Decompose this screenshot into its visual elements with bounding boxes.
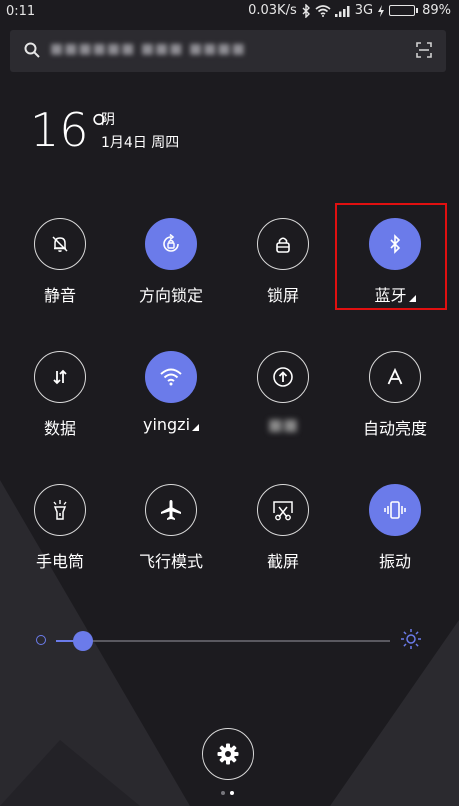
bluetooth-icon [369, 218, 421, 270]
tile-hotspot[interactable]: ■■ [233, 351, 333, 451]
data-arrows-icon [34, 351, 86, 403]
tile-flashlight[interactable]: 手电筒 [10, 484, 110, 584]
tile-rotation-lock[interactable]: 方向锁定 [121, 218, 221, 318]
expand-triangle-icon [408, 295, 416, 302]
tile-bluetooth[interactable]: 蓝牙 [345, 218, 445, 318]
bell-off-icon [34, 218, 86, 270]
auto-brightness-icon [369, 351, 421, 403]
search-icon [24, 42, 40, 58]
tile-label: 静音 [43, 286, 76, 305]
weather-condition: 阴 [101, 112, 115, 128]
airplane-icon [145, 484, 197, 536]
status-bar: 0:11 0.03K/s 3G 89% [0, 0, 459, 24]
network-speed: 0.03K/s [248, 3, 297, 18]
charging-icon [378, 4, 385, 17]
tile-mute[interactable]: 静音 [10, 218, 110, 318]
tile-label: yingzi [143, 415, 200, 434]
search-text: ■■■■■■ ■■■ ■■■■ [50, 41, 246, 57]
tile-label: ■■ [267, 415, 299, 434]
tile-label: 自动亮度 [362, 419, 427, 438]
page-dot [221, 791, 225, 795]
brightness-high-icon [401, 629, 421, 649]
bluetooth-status-icon [302, 3, 310, 18]
page-indicator [221, 791, 234, 795]
tile-screenshot[interactable]: 截屏 [233, 484, 333, 584]
rotation-lock-icon [145, 218, 197, 270]
tile-label: 锁屏 [266, 286, 299, 305]
tile-label: 蓝牙 [374, 282, 416, 306]
brightness-track[interactable] [56, 631, 390, 651]
brightness-thumb[interactable] [72, 631, 93, 651]
tile-label: 飞行模式 [138, 552, 203, 571]
weather-widget[interactable]: 16° 阴 1月4日 周四 [30, 103, 179, 157]
scan-icon[interactable] [416, 42, 432, 58]
status-time: 0:11 [6, 4, 36, 19]
expand-triangle-icon [192, 424, 200, 431]
wifi-status-icon [315, 4, 331, 17]
status-icons: 0.03K/s 3G 89% [248, 3, 451, 18]
battery-icon [389, 5, 419, 16]
screenshot-icon [257, 484, 309, 536]
upload-icon [257, 351, 309, 403]
tile-label: 截屏 [266, 552, 299, 571]
gear-icon [217, 743, 239, 765]
network-type: 3G [354, 3, 374, 18]
tile-label: 数据 [43, 419, 76, 438]
weather-date: 1月4日 周四 [101, 135, 180, 151]
search-bar[interactable]: ■■■■■■ ■■■ ■■■■ [10, 30, 446, 72]
page-dot-active [230, 791, 234, 795]
tile-label: 手电筒 [35, 552, 84, 571]
tile-data[interactable]: 数据 [10, 351, 110, 451]
tile-airplane-mode[interactable]: 飞行模式 [121, 484, 221, 584]
settings-button[interactable] [202, 728, 254, 780]
flashlight-icon [34, 484, 86, 536]
tile-lock-screen[interactable]: 锁屏 [233, 218, 333, 318]
brightness-low-icon [36, 635, 46, 645]
battery-percent: 89% [422, 3, 451, 18]
tile-label: 振动 [378, 552, 411, 571]
tile-vibrate[interactable]: 振动 [345, 484, 445, 584]
tile-label: 方向锁定 [138, 286, 203, 305]
lock-icon [257, 218, 309, 270]
temperature: 16° [30, 103, 110, 157]
signal-icon [334, 5, 350, 17]
vibrate-icon [369, 484, 421, 536]
tile-auto-brightness[interactable]: 自动亮度 [345, 351, 445, 451]
wifi-icon [145, 351, 197, 403]
brightness-slider[interactable] [36, 626, 422, 656]
tile-wifi[interactable]: yingzi [121, 351, 221, 451]
